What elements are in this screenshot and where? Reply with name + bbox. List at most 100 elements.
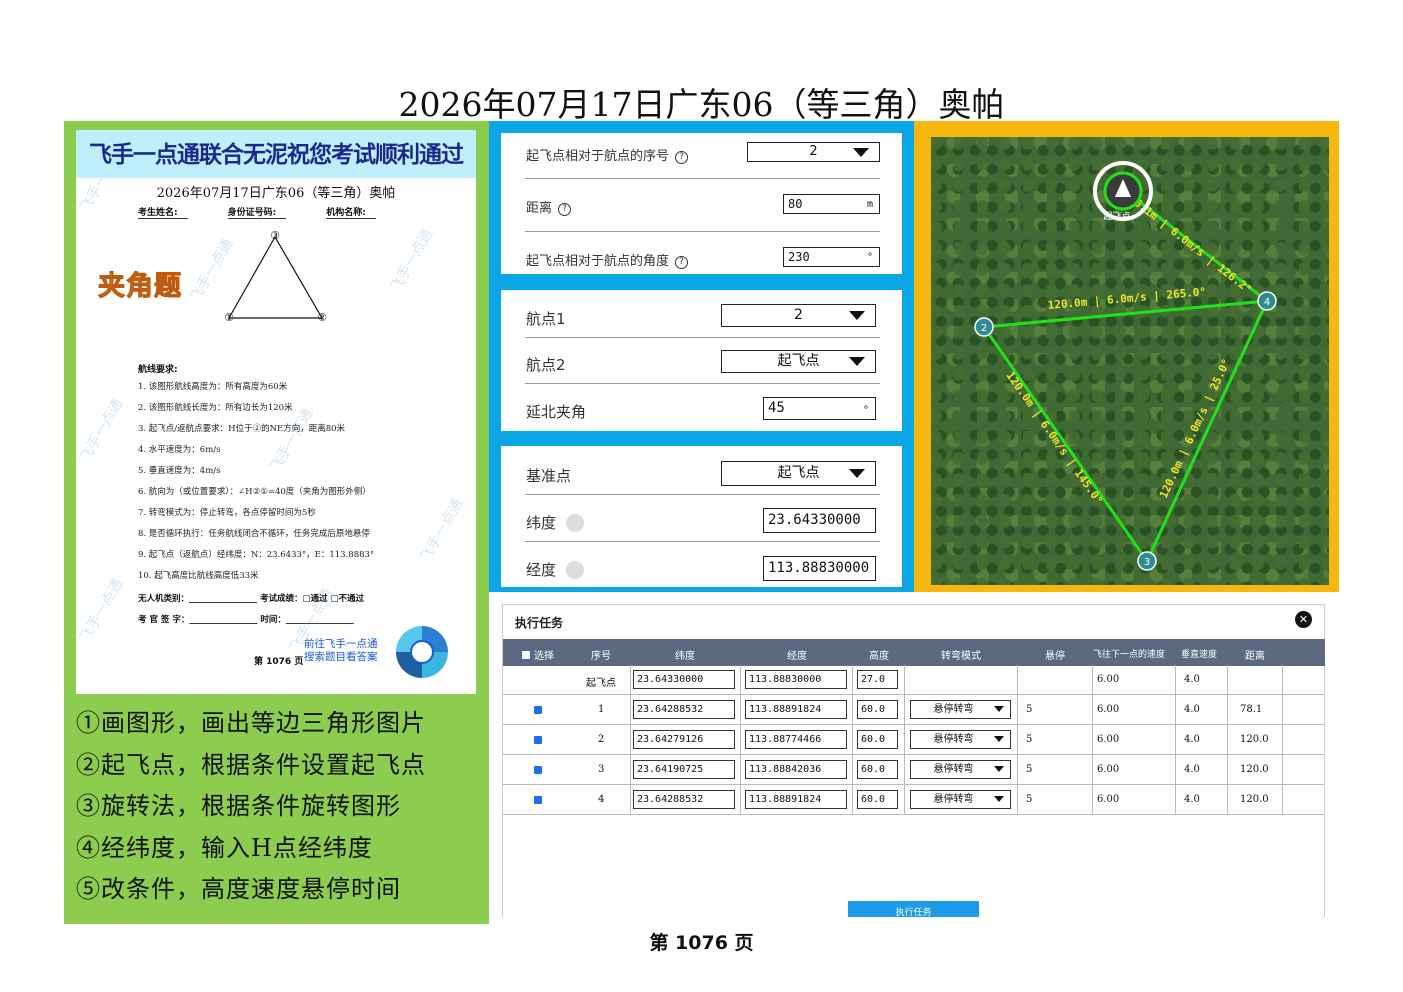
checkbox-icon: [521, 650, 531, 660]
seq-row: 起飞点相对于航点的序号? 2: [525, 133, 880, 179]
base-dropdown[interactable]: 起飞点: [721, 461, 876, 486]
lon-input[interactable]: 113.88830000: [763, 556, 876, 581]
requirements-list: 1. 该图形航线高度为：所有高度为60米 2. 该图形航线长度为：所有边长为12…: [138, 382, 458, 592]
help-icon[interactable]: ?: [558, 203, 572, 216]
table-row[interactable]: 3 23.64190725 113.88842036 60.0 悬停转弯 5 6.00 4.0…: [502, 755, 1324, 785]
help-icon[interactable]: ?: [675, 151, 689, 164]
execute-task-button[interactable]: 执行任务: [848, 901, 979, 917]
home-relative-card: 起飞点相对于航点的序号? 2 距离? 80 m 起飞点相对于航点的角度? 230 °: [501, 133, 902, 274]
row-lat-input[interactable]: 23.64288532: [633, 700, 735, 719]
wp1-dropdown[interactable]: 2: [721, 304, 876, 327]
row-lon-input[interactable]: 113.88774466: [745, 730, 847, 749]
col-speed: 飞往下一点的速度: [1093, 650, 1166, 660]
row-lon-input[interactable]: 113.88891824: [745, 700, 847, 719]
chevron-down-icon: [994, 766, 1004, 772]
col-turn: 转弯模式: [941, 651, 981, 662]
row-turn-dropdown[interactable]: 悬停转弯: [910, 790, 1011, 809]
wp2-label: 航点2: [526, 356, 566, 374]
cell-divider: [1092, 755, 1093, 785]
lat-input[interactable]: 23.64330000: [763, 508, 876, 533]
task-title: 执行任务: [515, 616, 564, 630]
paper-link[interactable]: 前往飞手一点通 搜索题目看答案: [304, 638, 378, 664]
seq-label: 起飞点相对于航点的序号?: [526, 145, 689, 164]
cell-divider: [1175, 755, 1176, 785]
col-select[interactable]: 选择: [521, 647, 554, 662]
table-row[interactable]: 4 23.64288532 113.88891824 60.0 悬停转弯 5 6.00 4.0…: [502, 785, 1324, 815]
col-vspeed: 垂直速度: [1181, 650, 1218, 660]
table-row[interactable]: 起飞点 23.64330000 113.88830000 27.0 6.00 4.0: [502, 665, 1324, 695]
cell-divider: [1282, 725, 1283, 755]
tri-label-3: ③: [270, 229, 280, 242]
row-turn-dropdown[interactable]: 悬停转弯: [910, 730, 1011, 749]
seq-dropdown[interactable]: 2: [747, 142, 880, 162]
row-select-checkbox[interactable]: [534, 766, 542, 774]
row-alt-input[interactable]: 60.0: [857, 760, 898, 779]
row-speed: 6.00: [1097, 794, 1120, 805]
paper-footer-signature: 考 官 签 字：________________ 时间：____________…: [138, 615, 354, 625]
edge-label-2-3: 120.0m | 6.0m/s | 145.0°: [1004, 369, 1106, 507]
home-marker[interactable]: 起飞点: [1093, 161, 1153, 222]
cell-divider: [1227, 665, 1228, 695]
row-lat-input[interactable]: 23.64288532: [633, 790, 735, 809]
cell-divider: [630, 785, 631, 815]
col-lon: 经度: [787, 651, 807, 662]
row-alt-input[interactable]: 60.0: [857, 730, 898, 749]
step-item: ②起飞点，根据条件设置起飞点: [76, 750, 426, 779]
distance-input[interactable]: 80 m: [783, 194, 880, 214]
step-item: ③旋转法，根据条件旋转图形: [76, 792, 401, 821]
wp1-row: 航点1 2: [525, 292, 880, 338]
north-angle-input[interactable]: 45 °: [763, 397, 876, 420]
row-speed: 6.00: [1097, 704, 1120, 715]
row-dist: 78.1: [1240, 704, 1263, 715]
row-dist: 120.0: [1240, 764, 1269, 775]
cell-divider: [852, 725, 853, 755]
row-lon-input[interactable]: 113.88842036: [745, 760, 847, 779]
col-alt: 高度: [869, 651, 889, 662]
route-edge-3-4: [1145, 300, 1269, 562]
qr-center-icon: [410, 640, 434, 664]
row-lat-input[interactable]: 23.64330000: [633, 670, 735, 689]
wp2-dropdown[interactable]: 起飞点: [721, 350, 876, 373]
waypoint-3-label: 3: [1144, 557, 1150, 568]
watermark: 飞手一点通: [387, 226, 437, 295]
row-lon-input[interactable]: 113.88830000: [745, 670, 847, 689]
cell-divider: [1017, 725, 1018, 755]
row-dist: 120.0: [1240, 734, 1269, 745]
exam-paper: 飞手一点通 飞手一点通 飞手一点通 飞手一点通 飞手一点通 飞手一点通 飞手一点…: [76, 130, 476, 694]
row-select-checkbox[interactable]: [534, 706, 542, 714]
paper-title: 2026年07月17日广东06（等三角）奥帕: [156, 186, 396, 201]
row-vspeed: 4.0: [1184, 674, 1200, 685]
angle-label: 起飞点相对于航点的角度?: [526, 250, 689, 269]
waypoint-2-label: 2: [981, 323, 987, 334]
tri-label-1: ①: [224, 311, 234, 324]
cell-divider: [630, 665, 631, 695]
row-alt-input[interactable]: 60.0: [857, 700, 898, 719]
cell-divider: [1175, 725, 1176, 755]
cell-divider: [740, 785, 741, 815]
cell-divider: [1092, 725, 1093, 755]
row-lon-input[interactable]: 113.88891824: [745, 790, 847, 809]
row-alt-input[interactable]: 60.0: [857, 790, 898, 809]
angle-input[interactable]: 230 °: [783, 247, 880, 267]
help-icon[interactable]: ?: [675, 256, 689, 269]
row-turn-dropdown[interactable]: 悬停转弯: [910, 760, 1011, 779]
row-lat-input[interactable]: 23.64190725: [633, 760, 735, 779]
paper-footer-category: 无人机类别：________________ 考试成绩：□通过 □不通过: [138, 594, 364, 604]
table-row[interactable]: 2 23.64279126 113.88774466 60.0 悬停转弯 5 6.00 4.0…: [502, 725, 1324, 755]
requirement-item: 6. 航向为（或位置要求）：∠H②①=40度（夹角为图形外侧）: [138, 487, 371, 497]
close-icon[interactable]: ✕: [1295, 611, 1312, 628]
row-turn-dropdown[interactable]: 悬停转弯: [910, 700, 1011, 719]
base-label: 基准点: [526, 467, 572, 485]
satellite-map[interactable]: 76.1m | 6.0m/s | 126.2° 120.0m | 6.0m/s …: [931, 137, 1329, 585]
cell-divider: [1282, 665, 1283, 695]
row-lat-input[interactable]: 23.64279126: [633, 730, 735, 749]
row-turn-label: 悬停转弯: [933, 734, 974, 745]
table-row[interactable]: 1 23.64288532 113.88891824 60.0 悬停转弯 5 6.00 4.0…: [502, 695, 1324, 725]
row-vspeed: 4.0: [1184, 764, 1200, 775]
col-hover: 悬停: [1045, 651, 1065, 662]
cell-divider: [904, 785, 905, 815]
info-org: 机构名称:: [326, 205, 376, 219]
row-select-checkbox[interactable]: [534, 796, 542, 804]
row-select-checkbox[interactable]: [534, 736, 542, 744]
row-alt-input[interactable]: 27.0: [857, 670, 898, 689]
